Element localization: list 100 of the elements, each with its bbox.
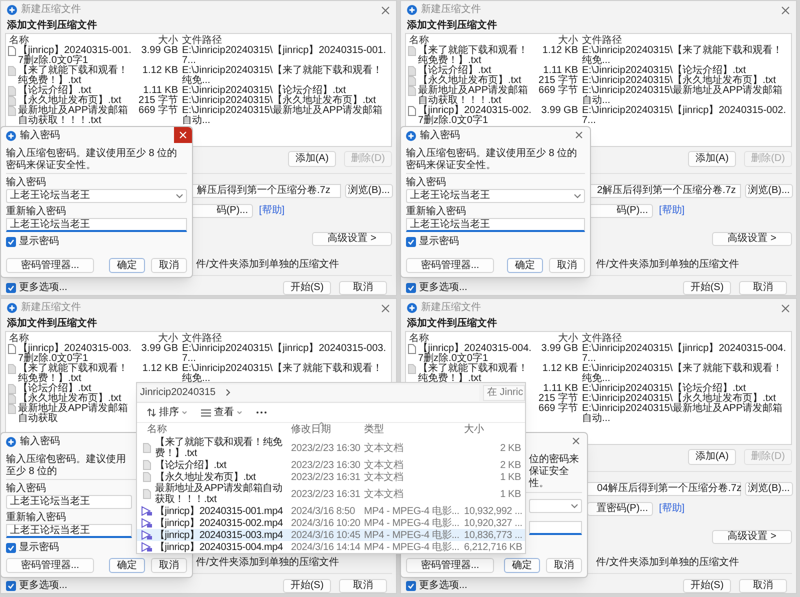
ok-button[interactable]: 确定 <box>109 258 145 273</box>
dialog-title: 输入密码 <box>420 130 460 142</box>
ok-button[interactable]: 确定 <box>109 558 145 573</box>
checkbox[interactable] <box>6 543 16 553</box>
dialog-message: 输入压缩包密码。建议使用至少 8 位的密码来保证安全性。 <box>6 148 178 172</box>
checkbox[interactable] <box>6 581 16 591</box>
column-header[interactable]: 名称 <box>9 333 29 344</box>
file-size: 3.99 GB <box>541 105 578 116</box>
column-header[interactable]: 大小 <box>158 333 178 344</box>
password-combobox[interactable]: 上老王论坛当老王 <box>6 495 132 509</box>
column-header[interactable]: 名称 <box>409 333 429 344</box>
field-label: 重新输入密码 <box>6 206 66 218</box>
password-manager-button[interactable]: 密码管理器... <box>406 258 494 273</box>
file-size: 3.99 GB <box>141 343 178 354</box>
column-header[interactable]: 大小 <box>558 333 578 344</box>
cancel-button[interactable]: 取消 <box>151 258 187 273</box>
cancel-button[interactable]: 取消 <box>739 579 787 593</box>
advanced-settings-button[interactable]: 高级设置 > <box>312 232 392 246</box>
column-header[interactable]: 修改日期 <box>291 424 331 435</box>
browse-button[interactable]: 浏览(B)... <box>345 184 393 198</box>
file-row[interactable]: 【论坛介绍】.txt 2023/2/23 16:30 文本文档 2 KB <box>137 459 525 471</box>
help-link[interactable]: [帮助] <box>259 205 285 217</box>
cancel-button[interactable]: 取消 <box>549 258 585 273</box>
file-row[interactable]: 【jinricp】20240315-003.mp4 2024/3/16 10:45 MP4 - MPEG-4 电影... 10,836,773 ... <box>137 529 525 541</box>
close-button[interactable] <box>174 127 192 143</box>
chevron-down-icon[interactable] <box>574 194 581 198</box>
address-bar[interactable]: Jinricip20240315 <box>137 384 479 400</box>
chevron-down-icon[interactable] <box>176 194 183 198</box>
password-combobox[interactable]: 上老王论坛当老王 <box>406 189 585 203</box>
chevron-down-icon[interactable] <box>571 504 578 508</box>
file-name: 最新地址及APP请发邮箱自动获取！！！.txt <box>418 86 530 106</box>
cancel-button[interactable]: 取消 <box>339 281 387 295</box>
column-header[interactable]: 大小 <box>558 35 578 46</box>
add-button[interactable]: 添加(A) <box>688 449 736 465</box>
column-header[interactable]: 大小 <box>158 35 178 46</box>
column-header[interactable]: 类型 <box>364 424 384 435</box>
file-size: 3.99 GB <box>541 343 578 354</box>
help-link[interactable]: [帮助] <box>659 503 685 515</box>
cancel-button[interactable]: 取消 <box>339 579 387 593</box>
view-button[interactable]: 查看 <box>201 406 242 418</box>
password-confirm-field[interactable]: 上老王论坛当老王 <box>406 218 585 232</box>
password-manager-button[interactable]: 密码管理器... <box>6 258 94 273</box>
start-button[interactable]: 开始(S) <box>683 281 731 295</box>
password-manager-button[interactable]: 密码管理器... <box>6 558 94 573</box>
password-button[interactable]: 置密码(P)... <box>587 502 653 516</box>
more-icon[interactable] <box>256 411 267 414</box>
chevron-right-icon[interactable] <box>226 389 231 396</box>
search-field[interactable]: 在 Jinric <box>483 384 525 400</box>
advanced-settings-button[interactable]: 高级设置 > <box>712 530 792 544</box>
ok-button[interactable]: 确定 <box>507 258 543 273</box>
start-button[interactable]: 开始(S) <box>683 579 731 593</box>
column-header[interactable]: 文件路径 <box>182 35 222 46</box>
close-icon[interactable] <box>575 131 583 139</box>
breadcrumb[interactable]: Jinricip20240315 <box>140 386 216 398</box>
column-header[interactable]: 文件路径 <box>582 35 622 46</box>
close-icon[interactable] <box>572 437 580 445</box>
password-combobox[interactable]: 上老王论坛当老王 <box>6 189 187 203</box>
cancel-button[interactable]: 取消 <box>739 281 787 295</box>
password-confirm-field[interactable] <box>529 521 582 535</box>
add-button[interactable]: 添加(A) <box>288 151 336 167</box>
file-row[interactable]: 【永久地址发布页】.txt 2023/2/23 16:31 文本文档 1 KB <box>137 471 525 483</box>
checkbox[interactable] <box>6 237 16 247</box>
password-confirm-field[interactable]: 上老王论坛当老王 <box>6 524 132 538</box>
sort-icon <box>147 408 156 417</box>
browse-button[interactable]: 浏览(B)... <box>745 184 793 198</box>
close-icon[interactable] <box>781 304 790 312</box>
help-link[interactable]: [帮助] <box>659 205 685 217</box>
cancel-button[interactable]: 取消 <box>546 558 582 573</box>
file-name: 最新地址及APP请发邮箱自动获取！！！.txt <box>18 106 130 126</box>
add-button[interactable]: 添加(A) <box>688 151 736 167</box>
cancel-button[interactable]: 取消 <box>151 558 187 573</box>
password-manager-button[interactable]: 密码管理器... <box>406 558 494 573</box>
checkbox[interactable] <box>406 237 416 247</box>
ok-button[interactable]: 确定 <box>504 558 540 573</box>
file-date: 2023/2/23 16:31 <box>291 488 360 500</box>
file-path: E:\Jinricip20240315\【来了就能下载和观看！纯免... <box>582 363 783 384</box>
column-header[interactable]: 名称 <box>9 35 29 46</box>
close-icon[interactable] <box>781 6 790 14</box>
close-icon[interactable] <box>381 6 390 14</box>
file-name: 【来了就能下载和观看！纯免费！】.txt <box>18 66 129 86</box>
file-date: 2024/3/16 8:50 <box>291 506 355 516</box>
file-name: 【来了就能下载和观看！纯免费！】.txt <box>155 437 284 459</box>
password-confirm-field[interactable]: 上老王论坛当老王 <box>6 218 187 232</box>
file-size: 2 KB <box>500 460 521 470</box>
column-header[interactable]: 文件路径 <box>582 333 622 344</box>
column-header[interactable]: 名称 <box>409 35 429 46</box>
checkbox[interactable] <box>6 283 16 293</box>
column-header[interactable]: 名称 <box>147 424 167 435</box>
start-button[interactable]: 开始(S) <box>283 281 331 295</box>
column-header[interactable]: 文件路径 <box>182 333 222 344</box>
checkbox[interactable] <box>406 581 416 591</box>
browse-button[interactable]: 浏览(B)... <box>745 482 793 496</box>
close-icon[interactable] <box>381 304 390 312</box>
advanced-settings-button[interactable]: 高级设置 > <box>712 232 792 246</box>
checkbox[interactable] <box>406 283 416 293</box>
sort-button[interactable]: 排序 <box>147 406 187 418</box>
column-header[interactable]: 大小 <box>464 424 484 435</box>
start-button[interactable]: 开始(S) <box>283 579 331 593</box>
file-path: E:\Jinricip20240315\【jinricp】20240315-001.7... <box>182 45 386 66</box>
file-date: 2023/2/23 16:31 <box>291 472 360 482</box>
